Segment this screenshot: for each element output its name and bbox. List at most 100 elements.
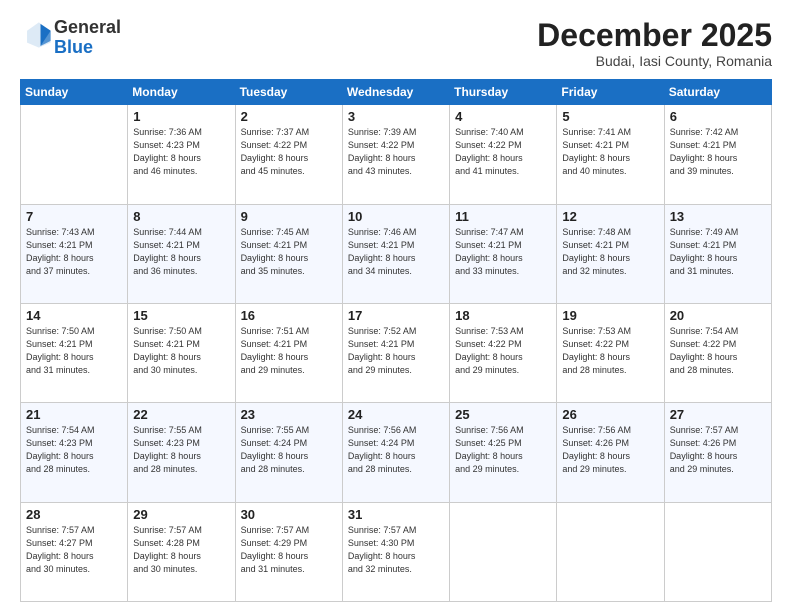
day-number: 30 — [241, 507, 337, 522]
logo-text: GeneralBlue — [54, 18, 121, 58]
day-number: 4 — [455, 109, 551, 124]
day-number: 19 — [562, 308, 658, 323]
week-row-0: 1Sunrise: 7:36 AM Sunset: 4:23 PM Daylig… — [21, 105, 772, 204]
day-number: 13 — [670, 209, 766, 224]
day-number: 22 — [133, 407, 229, 422]
weekday-header-wednesday: Wednesday — [342, 80, 449, 105]
calendar-cell: 29 Sunrise: 7:57 AM Sunset: 4:28 PM Dayli… — [128, 502, 235, 601]
calendar-cell: 8 Sunrise: 7:44 AM Sunset: 4:21 PM Daylig… — [128, 204, 235, 303]
day-number: 28 — [26, 507, 122, 522]
day-info: Sunrise: 7:40 AM Sunset: 4:22 PM Dayligh… — [455, 126, 551, 178]
day-info: Sunrise: 7:57 AM Sunset: 4:27 PM Dayligh… — [26, 524, 122, 576]
header: GeneralBlue December 2025 Budai, Iasi Co… — [20, 18, 772, 69]
day-number: 21 — [26, 407, 122, 422]
day-info: Sunrise: 7:54 AM Sunset: 4:22 PM Dayligh… — [670, 325, 766, 377]
day-number: 7 — [26, 209, 122, 224]
day-info: Sunrise: 7:57 AM Sunset: 4:30 PM Dayligh… — [348, 524, 444, 576]
day-number: 14 — [26, 308, 122, 323]
calendar-cell: 5Sunrise: 7:41 AM Sunset: 4:21 PM Daylig… — [557, 105, 664, 204]
day-number: 6 — [670, 109, 766, 124]
calendar-cell: 24 Sunrise: 7:56 AM Sunset: 4:24 PM Dayli… — [342, 403, 449, 502]
calendar: SundayMondayTuesdayWednesdayThursdayFrid… — [20, 79, 772, 602]
week-row-2: 14 Sunrise: 7:50 AM Sunset: 4:21 PM Dayli… — [21, 303, 772, 402]
day-info: Sunrise: 7:50 AM Sunset: 4:21 PM Dayligh… — [133, 325, 229, 377]
calendar-cell: 22 Sunrise: 7:55 AM Sunset: 4:23 PM Dayli… — [128, 403, 235, 502]
week-row-1: 7 Sunrise: 7:43 AM Sunset: 4:21 PM Daylig… — [21, 204, 772, 303]
day-info: Sunrise: 7:55 AM Sunset: 4:24 PM Dayligh… — [241, 424, 337, 476]
calendar-cell — [450, 502, 557, 601]
calendar-cell — [664, 502, 771, 601]
day-number: 23 — [241, 407, 337, 422]
day-info: Sunrise: 7:48 AM Sunset: 4:21 PM Dayligh… — [562, 226, 658, 278]
day-info: Sunrise: 7:57 AM Sunset: 4:29 PM Dayligh… — [241, 524, 337, 576]
day-number: 12 — [562, 209, 658, 224]
day-number: 31 — [348, 507, 444, 522]
week-row-4: 28 Sunrise: 7:57 AM Sunset: 4:27 PM Dayli… — [21, 502, 772, 601]
calendar-cell: 31 Sunrise: 7:57 AM Sunset: 4:30 PM Dayli… — [342, 502, 449, 601]
calendar-cell: 30 Sunrise: 7:57 AM Sunset: 4:29 PM Dayli… — [235, 502, 342, 601]
weekday-header-friday: Friday — [557, 80, 664, 105]
calendar-cell: 15Sunrise: 7:50 AM Sunset: 4:21 PM Dayli… — [128, 303, 235, 402]
day-number: 27 — [670, 407, 766, 422]
day-number: 10 — [348, 209, 444, 224]
day-info: Sunrise: 7:39 AM Sunset: 4:22 PM Dayligh… — [348, 126, 444, 178]
day-number: 17 — [348, 308, 444, 323]
calendar-cell — [557, 502, 664, 601]
calendar-cell: 4 Sunrise: 7:40 AM Sunset: 4:22 PM Daylig… — [450, 105, 557, 204]
day-info: Sunrise: 7:55 AM Sunset: 4:23 PM Dayligh… — [133, 424, 229, 476]
calendar-cell: 14 Sunrise: 7:50 AM Sunset: 4:21 PM Dayli… — [21, 303, 128, 402]
day-info: Sunrise: 7:47 AM Sunset: 4:21 PM Dayligh… — [455, 226, 551, 278]
day-number: 29 — [133, 507, 229, 522]
calendar-cell: 17 Sunrise: 7:52 AM Sunset: 4:21 PM Dayli… — [342, 303, 449, 402]
day-info: Sunrise: 7:53 AM Sunset: 4:22 PM Dayligh… — [455, 325, 551, 377]
calendar-cell: 10Sunrise: 7:46 AM Sunset: 4:21 PM Dayli… — [342, 204, 449, 303]
day-info: Sunrise: 7:45 AM Sunset: 4:21 PM Dayligh… — [241, 226, 337, 278]
day-info: Sunrise: 7:57 AM Sunset: 4:28 PM Dayligh… — [133, 524, 229, 576]
day-info: Sunrise: 7:53 AM Sunset: 4:22 PM Dayligh… — [562, 325, 658, 377]
logo-icon — [22, 19, 54, 51]
day-number: 16 — [241, 308, 337, 323]
calendar-cell: 18 Sunrise: 7:53 AM Sunset: 4:22 PM Dayli… — [450, 303, 557, 402]
day-info: Sunrise: 7:36 AM Sunset: 4:23 PM Dayligh… — [133, 126, 229, 178]
week-row-3: 21 Sunrise: 7:54 AM Sunset: 4:23 PM Dayli… — [21, 403, 772, 502]
calendar-cell — [21, 105, 128, 204]
calendar-cell: 16 Sunrise: 7:51 AM Sunset: 4:21 PM Dayli… — [235, 303, 342, 402]
day-info: Sunrise: 7:37 AM Sunset: 4:22 PM Dayligh… — [241, 126, 337, 178]
day-number: 5 — [562, 109, 658, 124]
page: GeneralBlue December 2025 Budai, Iasi Co… — [0, 0, 792, 612]
day-info: Sunrise: 7:56 AM Sunset: 4:24 PM Dayligh… — [348, 424, 444, 476]
day-number: 25 — [455, 407, 551, 422]
title-block: December 2025 Budai, Iasi County, Romani… — [537, 18, 772, 69]
day-info: Sunrise: 7:44 AM Sunset: 4:21 PM Dayligh… — [133, 226, 229, 278]
calendar-cell: 1Sunrise: 7:36 AM Sunset: 4:23 PM Daylig… — [128, 105, 235, 204]
day-info: Sunrise: 7:50 AM Sunset: 4:21 PM Dayligh… — [26, 325, 122, 377]
day-number: 18 — [455, 308, 551, 323]
day-number: 20 — [670, 308, 766, 323]
weekday-header-saturday: Saturday — [664, 80, 771, 105]
weekday-header-sunday: Sunday — [21, 80, 128, 105]
calendar-cell: 2 Sunrise: 7:37 AM Sunset: 4:22 PM Daylig… — [235, 105, 342, 204]
logo: GeneralBlue — [20, 18, 121, 58]
calendar-cell: 12 Sunrise: 7:48 AM Sunset: 4:21 PM Dayli… — [557, 204, 664, 303]
day-info: Sunrise: 7:57 AM Sunset: 4:26 PM Dayligh… — [670, 424, 766, 476]
day-info: Sunrise: 7:49 AM Sunset: 4:21 PM Dayligh… — [670, 226, 766, 278]
day-info: Sunrise: 7:43 AM Sunset: 4:21 PM Dayligh… — [26, 226, 122, 278]
day-info: Sunrise: 7:56 AM Sunset: 4:25 PM Dayligh… — [455, 424, 551, 476]
month-title: December 2025 — [537, 18, 772, 53]
day-number: 8 — [133, 209, 229, 224]
day-number: 24 — [348, 407, 444, 422]
day-info: Sunrise: 7:51 AM Sunset: 4:21 PM Dayligh… — [241, 325, 337, 377]
calendar-cell: 27 Sunrise: 7:57 AM Sunset: 4:26 PM Dayli… — [664, 403, 771, 502]
calendar-cell: 25 Sunrise: 7:56 AM Sunset: 4:25 PM Dayli… — [450, 403, 557, 502]
day-info: Sunrise: 7:52 AM Sunset: 4:21 PM Dayligh… — [348, 325, 444, 377]
weekday-header-row: SundayMondayTuesdayWednesdayThursdayFrid… — [21, 80, 772, 105]
calendar-cell: 11Sunrise: 7:47 AM Sunset: 4:21 PM Dayli… — [450, 204, 557, 303]
calendar-cell: 26Sunrise: 7:56 AM Sunset: 4:26 PM Dayli… — [557, 403, 664, 502]
day-number: 2 — [241, 109, 337, 124]
day-info: Sunrise: 7:54 AM Sunset: 4:23 PM Dayligh… — [26, 424, 122, 476]
weekday-header-monday: Monday — [128, 80, 235, 105]
calendar-cell: 23 Sunrise: 7:55 AM Sunset: 4:24 PM Dayli… — [235, 403, 342, 502]
day-number: 26 — [562, 407, 658, 422]
day-number: 3 — [348, 109, 444, 124]
calendar-cell: 6Sunrise: 7:42 AM Sunset: 4:21 PM Daylig… — [664, 105, 771, 204]
